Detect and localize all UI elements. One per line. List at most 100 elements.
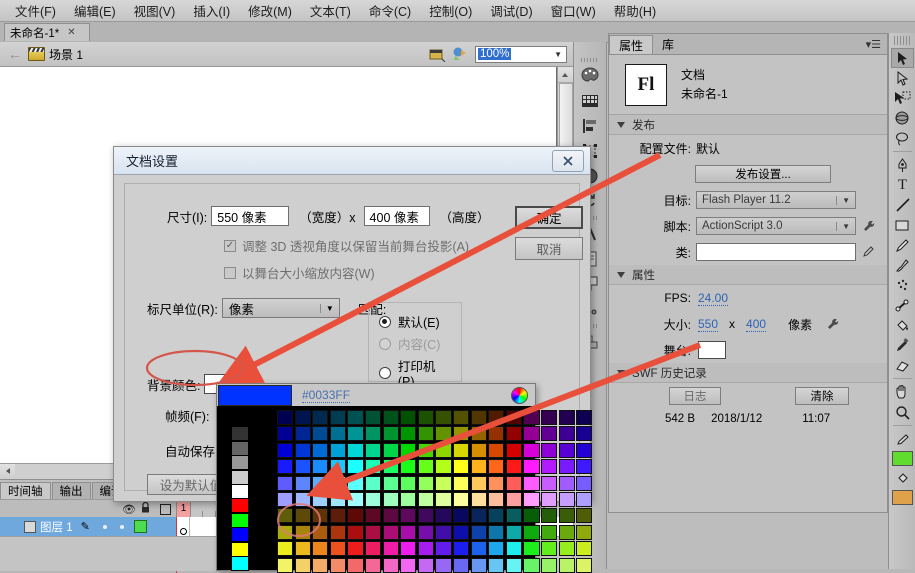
class-input[interactable]: [696, 243, 856, 261]
color-swatch[interactable]: [576, 459, 593, 475]
color-swatch[interactable]: [435, 410, 452, 425]
checkbox-scale[interactable]: [224, 266, 236, 279]
radio-printer[interactable]: [379, 366, 391, 379]
tab-library[interactable]: 库: [653, 35, 684, 54]
hand-tool-icon[interactable]: [891, 382, 914, 402]
color-swatch[interactable]: [329, 442, 346, 458]
size-width-value[interactable]: 550: [698, 317, 719, 332]
fill-color-swatch[interactable]: [892, 490, 913, 505]
color-swatch[interactable]: [294, 426, 311, 442]
color-swatch[interactable]: [558, 426, 575, 442]
color-swatch[interactable]: [417, 492, 434, 507]
color-swatch[interactable]: [470, 410, 487, 425]
text-tool-icon[interactable]: T: [891, 175, 914, 195]
color-swatch[interactable]: [365, 475, 382, 491]
fps-value[interactable]: 24.00: [698, 291, 729, 306]
pen-tool-icon[interactable]: [891, 155, 914, 175]
color-swatch[interactable]: [505, 557, 522, 573]
color-swatch[interactable]: [435, 459, 452, 475]
color-swatch[interactable]: [505, 410, 522, 425]
color-swatch[interactable]: [470, 426, 487, 442]
color-swatch[interactable]: [576, 426, 593, 442]
chevron-down-icon[interactable]: ▼: [836, 195, 850, 205]
color-swatch[interactable]: [382, 492, 399, 507]
color-swatch[interactable]: [417, 541, 434, 557]
color-swatch[interactable]: [277, 459, 294, 475]
log-button[interactable]: 日志: [669, 387, 721, 405]
layer-outline-swatch[interactable]: [133, 520, 147, 533]
color-swatch[interactable]: [312, 442, 329, 458]
keyframe-marker[interactable]: [176, 517, 190, 536]
color-swatch[interactable]: [505, 475, 522, 491]
color-swatch[interactable]: [505, 492, 522, 507]
color-swatch[interactable]: [347, 508, 364, 524]
dock-grip[interactable]: [581, 58, 599, 62]
lock-icon[interactable]: [141, 501, 150, 513]
scroll-up-arrow-icon[interactable]: [558, 67, 573, 83]
color-swatch[interactable]: [417, 508, 434, 524]
eraser-tool-icon[interactable]: [891, 355, 914, 375]
color-swatch-grid[interactable]: [217, 406, 593, 573]
menu-insert[interactable]: 插入(I): [184, 0, 239, 22]
color-swatch[interactable]: [505, 459, 522, 475]
color-swatch[interactable]: [523, 426, 540, 442]
color-swatch[interactable]: [453, 410, 470, 425]
menu-help[interactable]: 帮助(H): [605, 0, 665, 22]
menu-modify[interactable]: 修改(M): [239, 0, 301, 22]
edit-symbols-icon[interactable]: [452, 46, 469, 62]
color-swatch[interactable]: [231, 412, 249, 427]
color-swatch[interactable]: [435, 557, 452, 573]
height-input[interactable]: 400 像素: [363, 206, 430, 226]
edit-scene-icon[interactable]: [429, 46, 446, 63]
color-swatch[interactable]: [523, 557, 540, 573]
color-swatch[interactable]: [453, 492, 470, 507]
free-transform-tool-icon[interactable]: [891, 88, 914, 108]
color-swatch[interactable]: [231, 440, 249, 456]
color-swatch[interactable]: [329, 459, 346, 475]
edit-pencil-icon[interactable]: [862, 245, 876, 259]
color-swatch[interactable]: [488, 410, 505, 425]
color-swatch[interactable]: [541, 541, 558, 557]
color-swatch[interactable]: [400, 475, 417, 491]
color-swatch[interactable]: [312, 410, 329, 425]
line-tool-icon[interactable]: [891, 195, 914, 215]
color-swatch[interactable]: [488, 442, 505, 458]
color-swatch[interactable]: [470, 459, 487, 475]
layer-visibility-dot[interactable]: [102, 524, 107, 529]
color-swatch[interactable]: [453, 426, 470, 442]
color-swatch[interactable]: [231, 484, 249, 499]
color-swatch[interactable]: [277, 442, 294, 458]
timeline-layer-row[interactable]: 图层 1 ✎: [0, 517, 176, 537]
panel-menu-icon[interactable]: ▾☰: [866, 38, 881, 51]
frame-number-start[interactable]: 1: [176, 500, 191, 518]
chevron-down-icon[interactable]: ▼: [836, 221, 850, 231]
cancel-button[interactable]: 取消: [515, 237, 583, 260]
color-swatch[interactable]: [576, 557, 593, 573]
align-panel-icon[interactable]: [579, 115, 601, 137]
lasso-tool-icon[interactable]: [891, 128, 914, 148]
color-swatch[interactable]: [505, 508, 522, 524]
color-swatch[interactable]: [453, 475, 470, 491]
color-swatch[interactable]: [541, 442, 558, 458]
color-swatch[interactable]: [382, 508, 399, 524]
menu-debug[interactable]: 调试(D): [481, 0, 541, 22]
color-swatch[interactable]: [470, 442, 487, 458]
stroke-color-pencil-icon[interactable]: [891, 429, 914, 449]
color-swatch[interactable]: [576, 508, 593, 524]
color-swatch[interactable]: [365, 508, 382, 524]
menu-window[interactable]: 窗口(W): [542, 0, 605, 22]
color-swatch[interactable]: [294, 541, 311, 557]
paint-bucket-tool-icon[interactable]: [891, 315, 914, 335]
color-swatch[interactable]: [453, 442, 470, 458]
color-swatch[interactable]: [523, 410, 540, 425]
color-swatch[interactable]: [347, 426, 364, 442]
color-swatch[interactable]: [453, 459, 470, 475]
color-swatch[interactable]: [576, 410, 593, 425]
color-swatch[interactable]: [365, 492, 382, 507]
color-swatch[interactable]: [277, 426, 294, 442]
color-swatch[interactable]: [505, 541, 522, 557]
color-swatch[interactable]: [382, 426, 399, 442]
color-swatch[interactable]: [365, 410, 382, 425]
color-swatch[interactable]: [277, 475, 294, 491]
bone-tool-icon[interactable]: [891, 295, 914, 315]
